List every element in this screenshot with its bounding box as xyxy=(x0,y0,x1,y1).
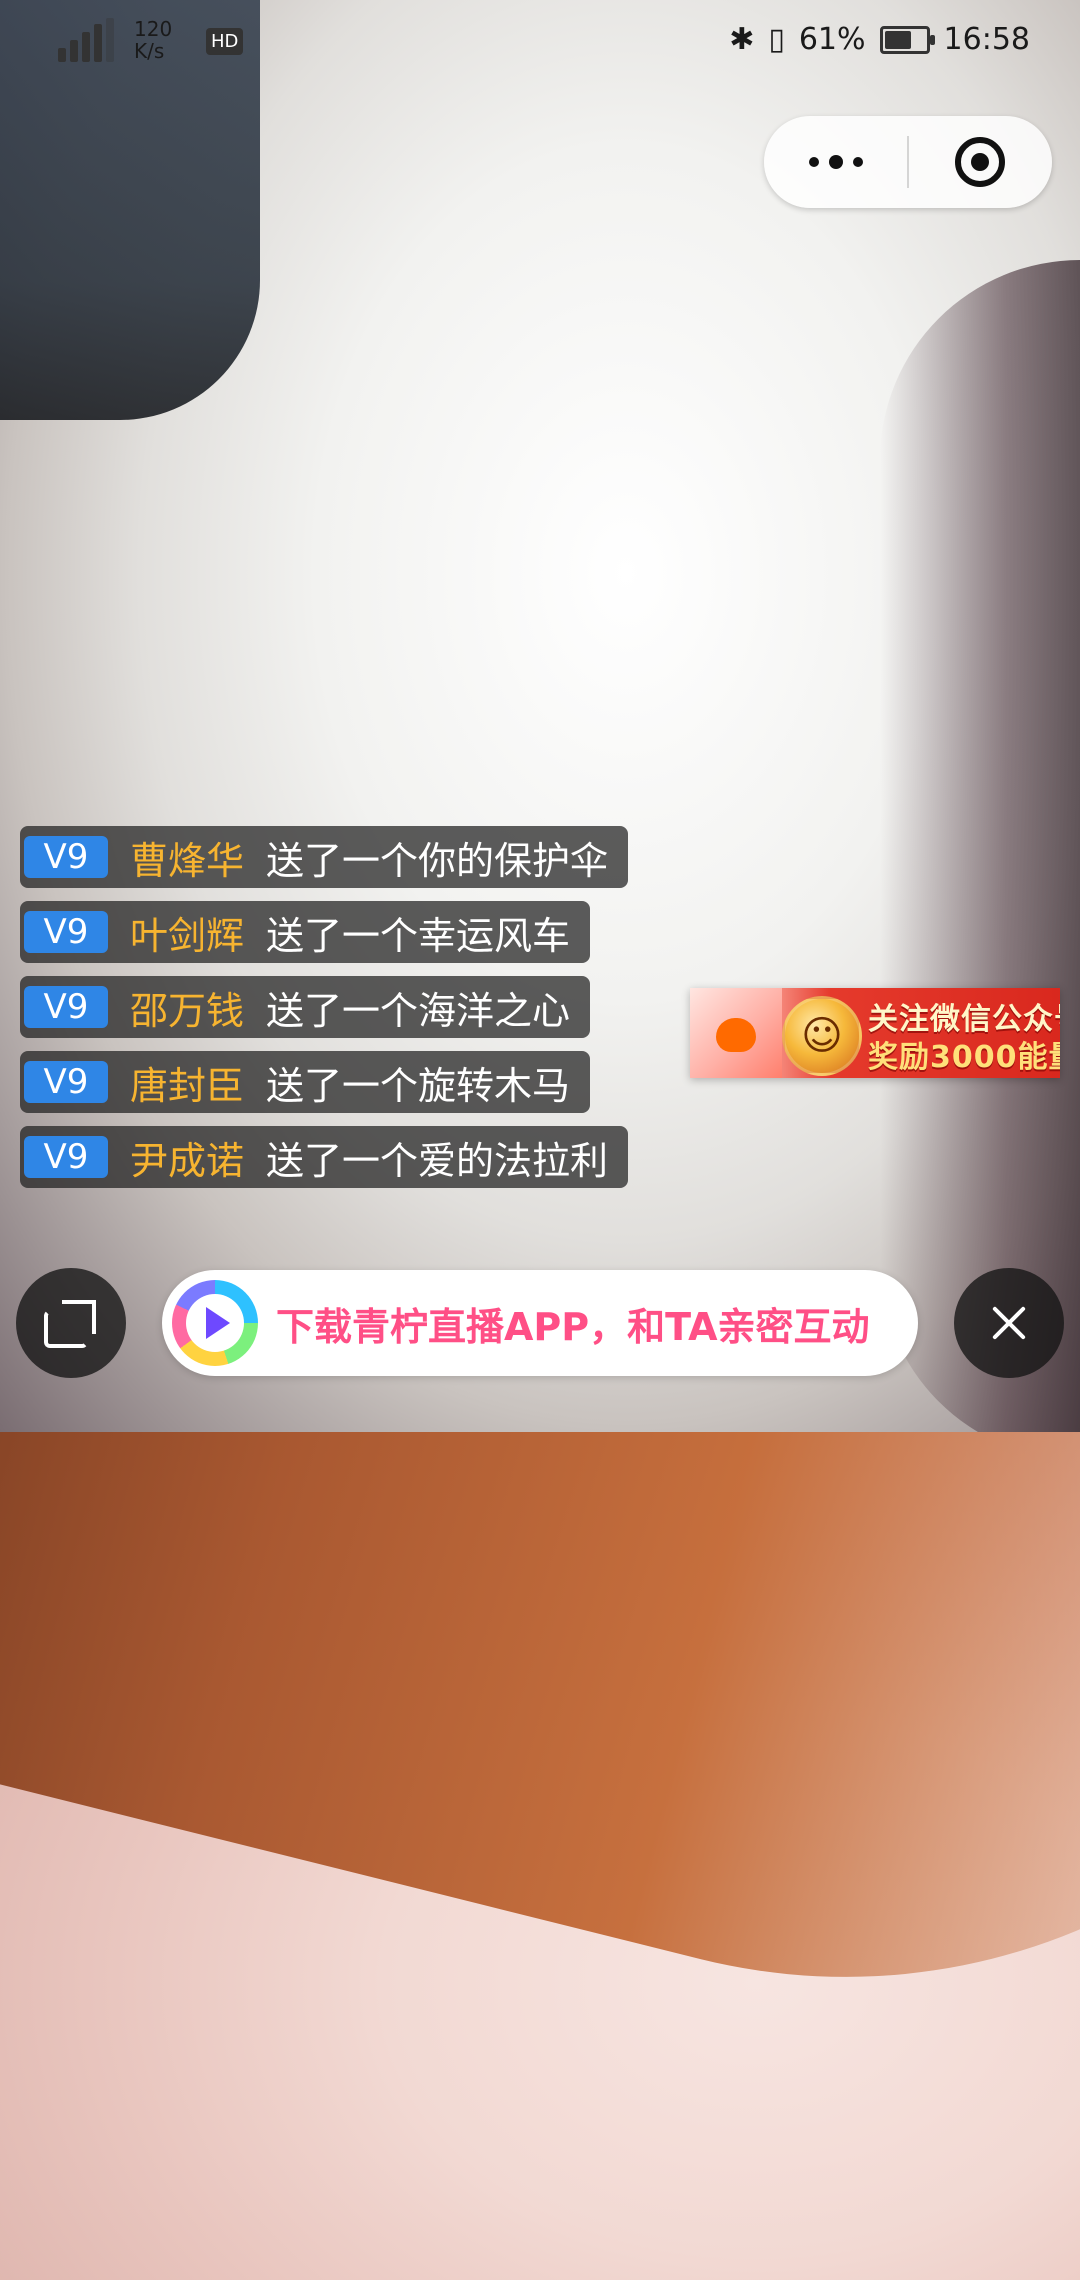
app-logo-icon xyxy=(172,1280,258,1366)
mini-program-capsule xyxy=(764,116,1052,208)
target-icon xyxy=(955,137,1006,187)
gift-sender-name: 曹烽华 xyxy=(130,838,245,883)
gift-sender-name: 唐封臣 xyxy=(130,1063,245,1108)
gift-message: V9 尹成诺 送了一个爱的法拉利 xyxy=(20,1126,629,1188)
status-right: ✱ ▯ 61% 16:58 xyxy=(729,22,1030,57)
vip-badge: V9 xyxy=(24,1061,108,1103)
capsule-close-button[interactable] xyxy=(909,116,1052,208)
share-icon xyxy=(44,1296,98,1350)
play-icon xyxy=(186,1294,244,1352)
gift-text: 送了一个海洋之心 xyxy=(266,988,571,1033)
download-prompt-text: 下载青柠直播APP，和TA亲密互动 xyxy=(276,1304,870,1349)
download-app-button[interactable]: 下载青柠直播APP，和TA亲密互动 xyxy=(162,1270,918,1376)
gift-message-list: V9 曹烽华 送了一个你的保护伞 V9 叶剑辉 送了一个幸运风车 V9 邵万钱 … xyxy=(20,826,640,1201)
vip-badge: V9 xyxy=(24,911,108,953)
gift-text: 送了一个幸运风车 xyxy=(266,913,571,958)
promo-line2: 奖励3000能量 xyxy=(868,1040,1060,1075)
net-speed: 120 K/s xyxy=(134,17,173,63)
gift-text: 送了一个你的保护伞 xyxy=(266,838,609,883)
live-stream-video-bottom xyxy=(0,1432,1080,2280)
battery-icon xyxy=(879,25,935,54)
close-button[interactable] xyxy=(954,1268,1064,1378)
gift-message: V9 唐封臣 送了一个旋转木马 xyxy=(20,1051,591,1113)
status-bar: 120 K/s HD ✱ ▯ 61% 16:58 xyxy=(0,0,1080,92)
close-icon xyxy=(987,1301,1031,1345)
gift-message: V9 邵万钱 送了一个海洋之心 xyxy=(20,976,591,1038)
share-button[interactable] xyxy=(16,1268,126,1378)
battery-percent: 61% xyxy=(798,22,866,57)
vip-badge: V9 xyxy=(24,1136,108,1178)
more-dots-icon xyxy=(808,155,863,169)
play-triangle xyxy=(206,1307,230,1339)
gift-message: V9 叶剑辉 送了一个幸运风车 xyxy=(20,901,591,963)
gift-sender-name: 叶剑辉 xyxy=(130,913,245,958)
signal-icon xyxy=(56,18,120,62)
promo-banner[interactable]: ☺ 关注微信公众号 奖励3000能量 xyxy=(690,988,1060,1078)
hd-badge: HD xyxy=(206,28,244,55)
gift-sender-name: 邵万钱 xyxy=(130,988,245,1033)
more-button[interactable] xyxy=(764,116,907,208)
live-stream-video-top xyxy=(0,0,1080,1432)
vibrate-icon: ▯ xyxy=(768,21,785,57)
bluetooth-icon: ✱ xyxy=(729,21,755,57)
gift-message: V9 曹烽华 送了一个你的保护伞 xyxy=(20,826,629,888)
gift-text: 送了一个旋转木马 xyxy=(266,1063,571,1108)
vip-badge: V9 xyxy=(24,986,108,1028)
mascot-icon: ☺ xyxy=(782,996,862,1076)
vip-badge: V9 xyxy=(24,836,108,878)
promo-graphic xyxy=(690,988,782,1078)
gift-sender-name: 尹成诺 xyxy=(130,1138,245,1183)
status-left: 120 K/s HD xyxy=(56,17,244,63)
battery-fill xyxy=(884,30,912,49)
gift-text: 送了一个爱的法拉利 xyxy=(266,1138,609,1183)
clock-time: 16:58 xyxy=(943,22,1030,57)
